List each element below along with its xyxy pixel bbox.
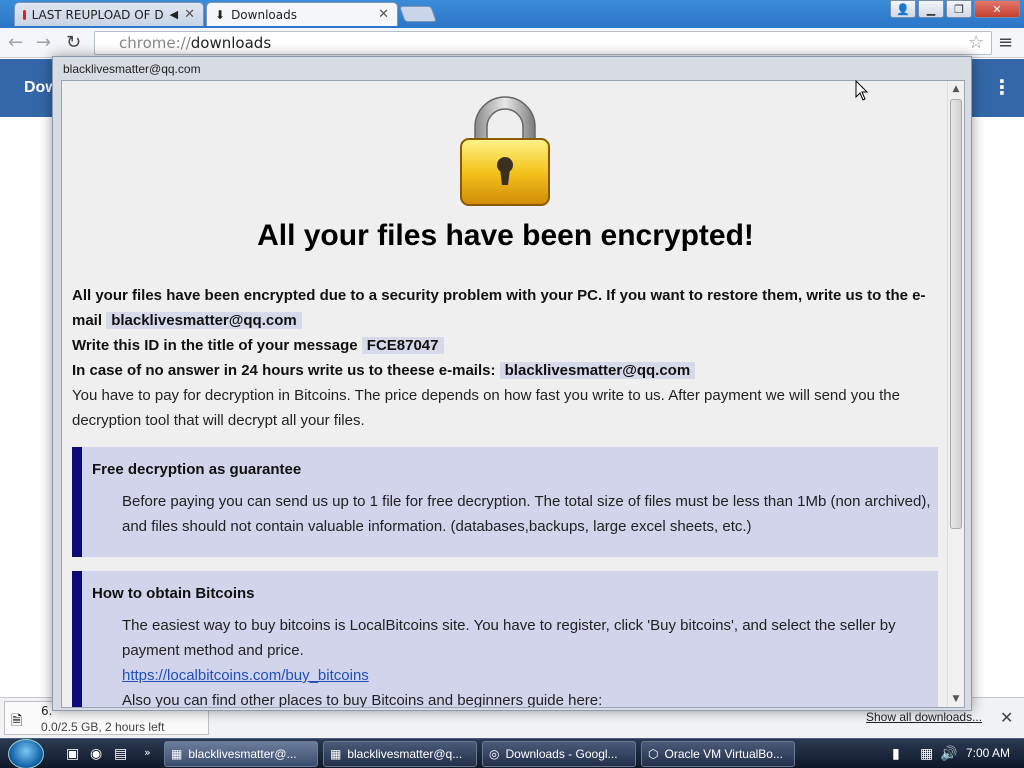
close-window-button[interactable]: ✕ (974, 0, 1020, 18)
media-icon[interactable]: ▤ (114, 746, 127, 762)
menu-icon[interactable]: ≡ (998, 32, 1013, 53)
back-arrow-icon[interactable]: ← (8, 32, 23, 53)
instruction-text: In case of no answer in 24 hours write u… (72, 362, 496, 379)
more-options-icon[interactable]: ⋮ (992, 75, 1012, 99)
tab-strip: LAST REUPLOAD OF D ◀ ✕ ⬇ Downloads ✕ 👤 ▁… (0, 0, 1024, 28)
localbitcoins-link[interactable]: https://localbitcoins.com/buy_bitcoins (122, 667, 369, 684)
minimize-button[interactable]: ▁ (918, 0, 944, 18)
box-text: The easiest way to buy bitcoins is Local… (122, 613, 932, 708)
url-host: downloads (190, 34, 272, 52)
email-address: blacklivesmatter@qq.com (499, 362, 696, 379)
reload-icon[interactable]: ↻ (66, 32, 81, 53)
bitcoin-guide-text: Also you can find other places to buy Bi… (122, 692, 603, 708)
taskbar-label: Oracle VM VirtualBo... (664, 747, 783, 761)
start-button[interactable] (8, 739, 44, 768)
tab-youtube[interactable]: LAST REUPLOAD OF D ◀ ✕ (14, 2, 204, 26)
close-icon[interactable]: ✕ (378, 7, 389, 22)
bitcoin-instructions: The easiest way to buy bitcoins is Local… (122, 617, 896, 659)
taskbar-button[interactable]: ⬡ Oracle VM VirtualBo... (641, 741, 795, 767)
taskbar-button[interactable]: ▦ blacklivesmatter@... (164, 741, 318, 767)
network-icon[interactable]: ▦ (920, 746, 933, 762)
tab-label: LAST REUPLOAD OF D (31, 7, 164, 22)
free-decryption-box: Free decryption as guarantee Before payi… (72, 447, 938, 557)
bookmark-star-icon[interactable]: ☆ (968, 32, 984, 53)
volume-icon[interactable]: 🔊 (940, 746, 957, 762)
mouse-cursor-icon (855, 80, 869, 101)
tab-label: Downloads (231, 7, 297, 22)
window-controls: 👤 ▁ ❐ ✕ (890, 0, 1020, 18)
clock[interactable]: 7:00 AM (966, 746, 1010, 760)
download-name: 6. (41, 704, 53, 718)
chrome-icon: ◎ (489, 747, 500, 761)
address-bar[interactable]: chrome://downloads (94, 31, 992, 55)
scroll-thumb[interactable] (950, 99, 962, 529)
youtube-icon (23, 9, 26, 20)
victim-id: FCE87047 (361, 337, 444, 354)
instructions-block: All your files have been encrypted due t… (72, 283, 942, 433)
box-text: Before paying you can send us up to 1 fi… (122, 493, 931, 535)
virtualbox-icon: ⬡ (648, 747, 659, 761)
desktop-icon[interactable]: ▣ (66, 746, 79, 762)
new-tab-button[interactable] (399, 6, 437, 22)
url-scheme: chrome:// (119, 34, 191, 52)
forward-arrow-icon[interactable]: → (36, 32, 51, 53)
scrollbar[interactable]: ▲ ▼ (947, 81, 964, 707)
close-icon[interactable]: ✕ (184, 7, 195, 22)
taskbar-label: blacklivesmatter@... (188, 747, 297, 761)
speaker-icon: ◀ (169, 8, 179, 21)
tab-downloads[interactable]: ⬇ Downloads ✕ (206, 2, 398, 26)
dialog-content: All your files have been encrypted! All … (61, 80, 965, 708)
email-address: blacklivesmatter@qq.com (106, 312, 302, 329)
ie-icon[interactable]: ◉ (90, 746, 102, 762)
download-progress: 0.0/2.5 GB, 2 hours left (41, 720, 165, 734)
taskbar-button[interactable]: ▦ blacklivesmatter@q... (323, 741, 477, 767)
maximize-button[interactable]: ❐ (946, 0, 972, 18)
dialog-title: blacklivesmatter@qq.com (63, 62, 201, 76)
obtain-bitcoins-box: How to obtain Bitcoins The easiest way t… (72, 571, 938, 708)
tray-app-icon[interactable]: ▮ (892, 746, 900, 762)
toolbar: ← → ↻ chrome://downloads ☆ ≡ (0, 28, 1024, 58)
user-icon[interactable]: 👤 (890, 0, 916, 18)
window-icon: ▦ (171, 747, 183, 761)
box-heading: Free decryption as guarantee (92, 461, 302, 478)
chevron-icon[interactable]: » (144, 746, 151, 759)
window-icon: ▦ (330, 747, 342, 761)
taskbar-label: blacklivesmatter@q... (347, 747, 463, 761)
instruction-text: Write this ID in the title of your messa… (72, 337, 358, 354)
padlock-icon (460, 96, 550, 206)
ransom-dialog: blacklivesmatter@qq.com All your files h… (52, 56, 972, 711)
taskbar-button[interactable]: ◎ Downloads - Googl... (482, 741, 636, 767)
headline: All your files have been encrypted! (257, 219, 754, 252)
show-all-downloads-link[interactable]: Show all downloads... (866, 710, 982, 724)
box-heading: How to obtain Bitcoins (92, 585, 255, 602)
close-shelf-icon[interactable]: ✕ (1000, 708, 1013, 727)
taskbar-label: Downloads - Googl... (505, 747, 618, 761)
taskbar: ▣ ◉ ▤ » ▦ blacklivesmatter@... ▦ blacklive… (0, 738, 1024, 768)
download-icon: ⬇ (215, 7, 226, 22)
scroll-up-icon[interactable]: ▲ (948, 81, 964, 97)
file-icon: 🗎 (11, 713, 23, 729)
payment-text: You have to pay for decryption in Bitcoi… (72, 387, 900, 429)
scroll-down-icon[interactable]: ▼ (948, 691, 964, 707)
